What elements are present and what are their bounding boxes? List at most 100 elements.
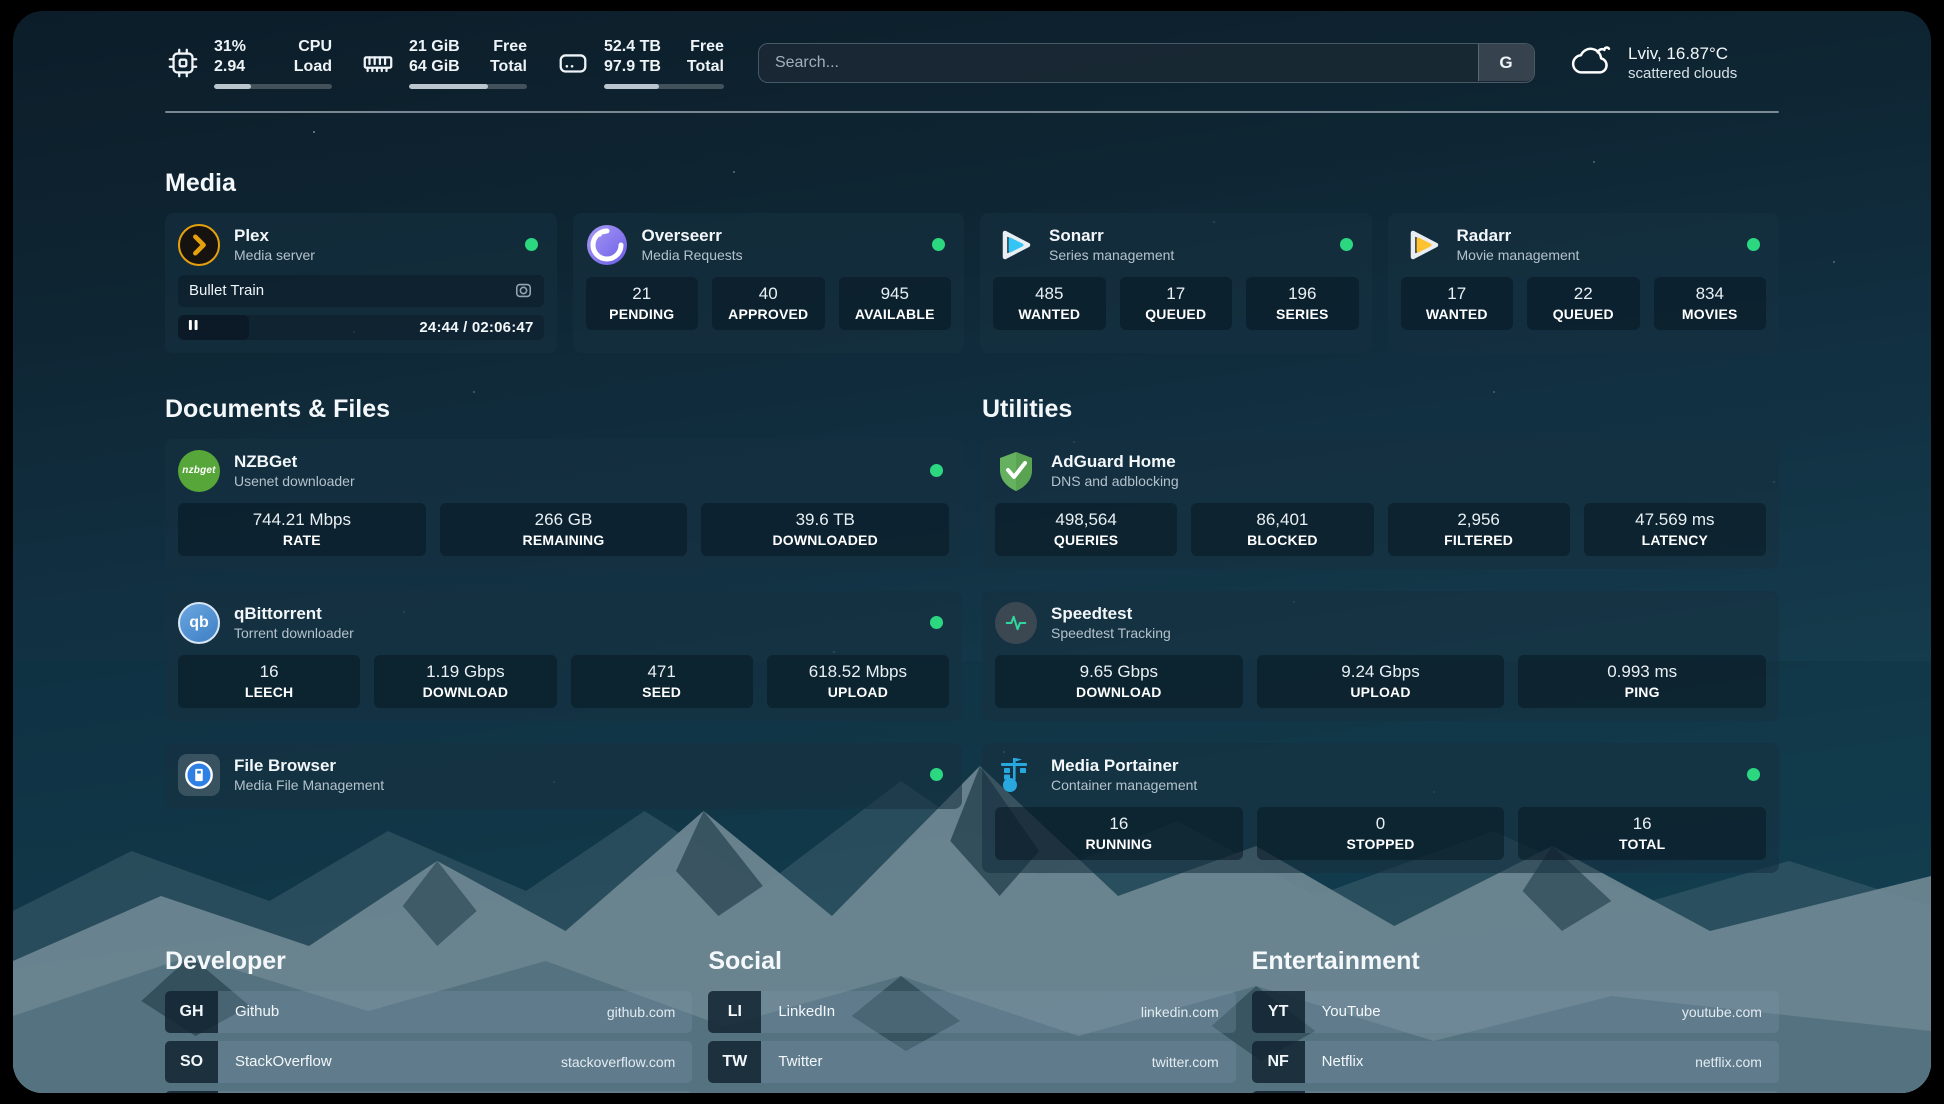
bookmark-name: YouTube bbox=[1322, 1003, 1381, 1020]
stat-tile-latency: 47.569 msLATENCY bbox=[1584, 503, 1766, 556]
pause-icon bbox=[188, 318, 199, 336]
bookmark-group-social: Social LI LinkedIn linkedin.com TW Twitt… bbox=[708, 947, 1235, 1093]
cpu-usage-label: CPU bbox=[294, 37, 332, 57]
app-card-plex[interactable]: Plex Media server Bullet Train bbox=[165, 213, 557, 353]
app-desc: Media Requests bbox=[642, 247, 743, 263]
app-name: NZBGet bbox=[234, 452, 355, 472]
memory-free-value: 21 GiB bbox=[409, 37, 460, 57]
memory-stat: 21 GiB 64 GiB Free Total bbox=[360, 37, 527, 89]
app-card-radarr[interactable]: Radarr Movie management 17WANTED 22QUEUE… bbox=[1388, 213, 1780, 353]
stat-tile-ping: 0.993 msPING bbox=[1518, 655, 1766, 708]
dashboard-content: 31% 2.94 CPU Load bbox=[13, 11, 1931, 1093]
stat-tile-queued: 22QUEUED bbox=[1527, 277, 1640, 330]
bookmark-name: LinkedIn bbox=[778, 1003, 835, 1020]
app-desc: Movie management bbox=[1457, 247, 1580, 263]
app-card-overseerr[interactable]: Overseerr Media Requests 21PENDING 40APP… bbox=[573, 213, 965, 353]
bookmark-abbr: SO bbox=[165, 1041, 218, 1083]
app-name: Speedtest bbox=[1051, 604, 1171, 624]
now-playing-row: Bullet Train bbox=[178, 275, 544, 307]
stat-tile-leech: 16LEECH bbox=[178, 655, 360, 708]
app-name: Media Portainer bbox=[1051, 756, 1197, 776]
section-title-utilities: Utilities bbox=[982, 395, 1779, 424]
stat-tile-wanted: 485WANTED bbox=[993, 277, 1106, 330]
bookmark-abbr: NF bbox=[1252, 1041, 1305, 1083]
search-input[interactable] bbox=[758, 43, 1535, 83]
app-name: qBittorrent bbox=[234, 604, 354, 624]
weather-location-temp: Lviv, 16.87°C bbox=[1628, 44, 1737, 64]
now-playing-title: Bullet Train bbox=[189, 282, 264, 299]
stat-tile-rate: 744.21 MbpsRATE bbox=[178, 503, 426, 556]
bookmark-abbr: RE bbox=[1252, 1091, 1305, 1093]
filebrowser-icon bbox=[178, 754, 220, 796]
sonarr-icon bbox=[993, 224, 1035, 266]
bookmark-github[interactable]: GH Github github.com bbox=[165, 991, 692, 1033]
app-name: Plex bbox=[234, 226, 315, 246]
memory-total-label: Total bbox=[490, 57, 527, 77]
stat-tile-upload: 618.52 MbpsUPLOAD bbox=[767, 655, 949, 708]
app-desc: Usenet downloader bbox=[234, 473, 355, 489]
status-online-dot bbox=[1340, 238, 1353, 251]
bookmark-name: Netflix bbox=[1322, 1053, 1364, 1070]
app-name: Sonarr bbox=[1049, 226, 1174, 246]
stat-tile-series: 196SERIES bbox=[1246, 277, 1359, 330]
bookmark-group-title: Social bbox=[708, 947, 1235, 976]
app-name: Overseerr bbox=[642, 226, 743, 246]
app-name: File Browser bbox=[234, 756, 384, 776]
bookmark-url: netflix.com bbox=[1695, 1054, 1762, 1070]
stat-tile-wanted: 17WANTED bbox=[1401, 277, 1514, 330]
bookmark-url: twitter.com bbox=[1152, 1054, 1219, 1070]
cpu-icon bbox=[165, 45, 201, 81]
app-name: AdGuard Home bbox=[1051, 452, 1179, 472]
stat-tile-queued: 17QUEUED bbox=[1120, 277, 1233, 330]
app-card-qbittorrent[interactable]: qb qBittorrent Torrent downloader 16LEEC… bbox=[165, 591, 962, 721]
bookmark-youtube[interactable]: YT YouTube youtube.com bbox=[1252, 991, 1779, 1033]
stat-tile-total: 16TOTAL bbox=[1518, 807, 1766, 860]
app-desc: Container management bbox=[1051, 777, 1197, 793]
radarr-icon bbox=[1401, 224, 1443, 266]
search-engine-button[interactable]: G bbox=[1478, 44, 1534, 81]
app-card-filebrowser[interactable]: File Browser Media File Management bbox=[165, 743, 962, 809]
bookmark-url: linkedin.com bbox=[1141, 1004, 1219, 1020]
disk-icon bbox=[555, 45, 591, 81]
dashboard-window: 31% 2.94 CPU Load bbox=[13, 11, 1931, 1093]
bookmark-twitter[interactable]: TW Twitter twitter.com bbox=[708, 1041, 1235, 1083]
screen: 31% 2.94 CPU Load bbox=[0, 0, 1944, 1104]
bookmark-dev[interactable]: DT DEV dev.to bbox=[165, 1091, 692, 1093]
stat-tile-running: 16RUNNING bbox=[995, 807, 1243, 860]
app-card-portainer[interactable]: Media Portainer Container management 16R… bbox=[982, 743, 1779, 873]
topbar: 31% 2.94 CPU Load bbox=[165, 37, 1779, 89]
bookmark-group-title: Entertainment bbox=[1252, 947, 1779, 976]
section-title-documents: Documents & Files bbox=[165, 395, 962, 424]
bookmark-name: Twitter bbox=[778, 1053, 822, 1070]
cpu-load-value: 2.94 bbox=[214, 57, 246, 77]
stat-tile-pending: 21PENDING bbox=[586, 277, 699, 330]
status-online-dot bbox=[1747, 238, 1760, 251]
app-desc: Media File Management bbox=[234, 777, 384, 793]
bookmark-group-title: Developer bbox=[165, 947, 692, 976]
app-desc: Torrent downloader bbox=[234, 625, 354, 641]
status-online-dot bbox=[930, 768, 943, 781]
app-card-speedtest[interactable]: Speedtest Speedtest Tracking 9.65 GbpsDO… bbox=[982, 591, 1779, 721]
app-desc: Speedtest Tracking bbox=[1051, 625, 1171, 641]
bookmark-netflix[interactable]: NF Netflix netflix.com bbox=[1252, 1041, 1779, 1083]
stat-tile-seed: 471SEED bbox=[571, 655, 753, 708]
app-card-adguard[interactable]: AdGuard Home DNS and adblocking 498,564Q… bbox=[982, 439, 1779, 569]
app-card-sonarr[interactable]: Sonarr Series management 485WANTED 17QUE… bbox=[980, 213, 1372, 353]
speedtest-icon bbox=[995, 602, 1037, 644]
bookmark-abbr: DT bbox=[165, 1091, 218, 1093]
disk-free-label: Free bbox=[687, 37, 724, 57]
portainer-icon bbox=[995, 754, 1037, 796]
bookmark-linkedin[interactable]: LI LinkedIn linkedin.com bbox=[708, 991, 1235, 1033]
status-online-dot bbox=[930, 464, 943, 477]
bookmark-abbr: LI bbox=[708, 991, 761, 1033]
stat-tile-queries: 498,564QUERIES bbox=[995, 503, 1177, 556]
app-desc: Series management bbox=[1049, 247, 1174, 263]
app-card-nzbget[interactable]: nzbget NZBGet Usenet downloader 744.21 M… bbox=[165, 439, 962, 569]
disk-total-value: 97.9 TB bbox=[604, 57, 661, 77]
bookmark-reddit[interactable]: RE Reddit reddit.com bbox=[1252, 1091, 1779, 1093]
weather-widget[interactable]: Lviv, 16.87°C scattered clouds bbox=[1569, 40, 1779, 85]
disk-progress-bar bbox=[604, 84, 724, 89]
bookmark-stackoverflow[interactable]: SO StackOverflow stackoverflow.com bbox=[165, 1041, 692, 1083]
cloud-icon bbox=[1569, 40, 1615, 85]
memory-free-label: Free bbox=[490, 37, 527, 57]
